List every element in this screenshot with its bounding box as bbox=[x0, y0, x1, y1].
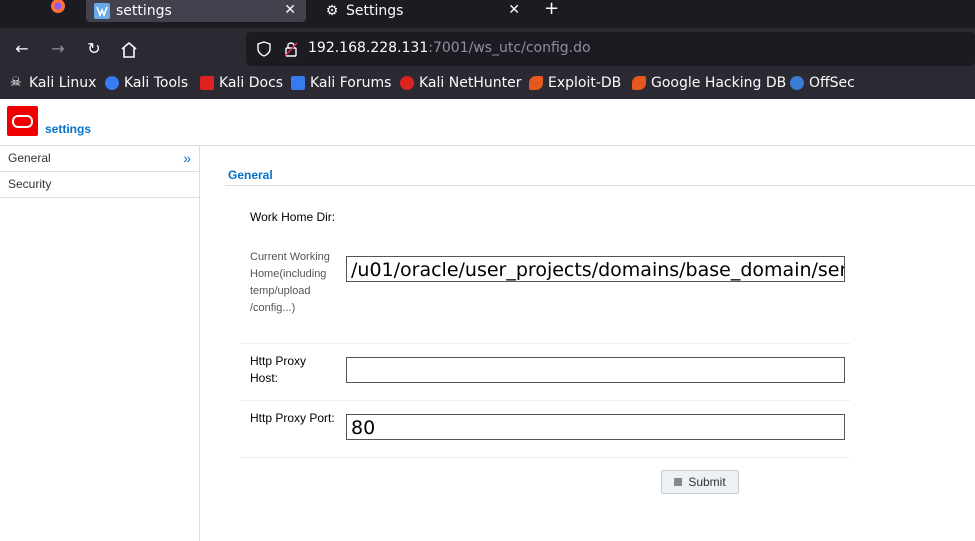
sidebar-item-general[interactable]: General » bbox=[0, 146, 199, 172]
browser-tab-bar: settings ✕ ⚙ Settings ✕ + bbox=[0, 0, 975, 28]
firefox-icon[interactable] bbox=[48, 0, 68, 16]
app-title: settings bbox=[45, 122, 92, 136]
main-content: General Work Home Dir: Current Working H… bbox=[201, 146, 975, 541]
proxy-port-row: Http Proxy Port: 80 bbox=[240, 401, 850, 458]
offsec-icon bbox=[790, 76, 804, 90]
url-path: :7001/ws_utc/config.do bbox=[428, 40, 591, 56]
bookmarks-bar: ☠ Kali Linux Kali Tools Kali Docs Kali F… bbox=[0, 70, 975, 99]
bookmark-kali-linux[interactable]: ☠ Kali Linux bbox=[10, 75, 96, 91]
bookmark-label: Kali Forums bbox=[310, 75, 392, 91]
nethunter-icon bbox=[400, 76, 414, 90]
forward-icon[interactable]: → bbox=[48, 39, 68, 59]
submit-label: Submit bbox=[688, 475, 726, 489]
web-page: settings General » Security General Work… bbox=[0, 99, 975, 541]
bookmark-offsec[interactable]: OffSec bbox=[790, 75, 855, 91]
sidebar-item-label: General bbox=[8, 151, 51, 165]
bookmark-google-hacking-db[interactable]: Google Hacking DB bbox=[632, 75, 786, 91]
url-text[interactable]: 192.168.228.131:7001/ws_utc/config.do bbox=[308, 40, 591, 56]
tab-label: Settings bbox=[346, 3, 404, 19]
tab-label: settings bbox=[116, 3, 172, 19]
bookmark-label: Kali Docs bbox=[219, 75, 284, 91]
kali-tools-icon bbox=[105, 76, 119, 90]
proxy-port-label: Http Proxy Port: bbox=[250, 411, 335, 425]
bookmark-label: Google Hacking DB bbox=[651, 75, 787, 91]
proxy-host-label: Http Proxy Host: bbox=[250, 354, 307, 385]
shield-icon[interactable] bbox=[256, 41, 272, 57]
ghdb-icon bbox=[632, 76, 646, 90]
back-icon[interactable]: ← bbox=[12, 39, 32, 59]
gear-icon: ⚙ bbox=[325, 3, 339, 19]
sidebar-item-label: Security bbox=[8, 177, 52, 191]
save-icon bbox=[674, 478, 683, 486]
tab-settings-active[interactable]: settings ✕ bbox=[86, 0, 306, 22]
new-tab-icon[interactable]: + bbox=[544, 0, 559, 19]
bookmark-label: Kali Tools bbox=[124, 75, 189, 91]
bookmark-kali-nethunter[interactable]: Kali NetHunter bbox=[400, 75, 521, 91]
weblogic-favicon-icon bbox=[94, 3, 110, 19]
bookmark-label: OffSec bbox=[809, 75, 855, 91]
double-chevron-right-icon[interactable]: » bbox=[183, 146, 191, 171]
close-tab-icon[interactable]: ✕ bbox=[284, 2, 296, 18]
reload-icon[interactable]: ↻ bbox=[84, 39, 104, 59]
work-home-hint: Current Working Home(including temp/uplo… bbox=[250, 251, 330, 314]
bookmark-kali-docs[interactable]: Kali Docs bbox=[200, 75, 283, 91]
close-tab-icon[interactable]: ✕ bbox=[508, 2, 520, 18]
bookmark-kali-tools[interactable]: Kali Tools bbox=[105, 75, 188, 91]
sidebar-item-security[interactable]: Security bbox=[0, 172, 199, 198]
oracle-logo-icon bbox=[7, 106, 38, 136]
bookmark-exploit-db[interactable]: Exploit-DB bbox=[529, 75, 621, 91]
tab-settings-inactive[interactable]: ⚙ Settings ✕ bbox=[316, 0, 530, 22]
kali-docs-icon bbox=[200, 76, 214, 90]
proxy-port-input[interactable]: 80 bbox=[346, 414, 845, 440]
bookmark-label: Exploit-DB bbox=[548, 75, 622, 91]
insecure-lock-icon[interactable] bbox=[284, 41, 298, 57]
work-home-row: Work Home Dir: Current Working Home(incl… bbox=[240, 201, 850, 344]
exploit-db-icon bbox=[529, 76, 543, 90]
kali-forums-icon bbox=[291, 76, 305, 90]
address-bar[interactable]: 192.168.228.131:7001/ws_utc/config.do bbox=[246, 32, 975, 66]
work-home-input[interactable]: /u01/oracle/user_projects/domains/base_d… bbox=[346, 256, 845, 282]
work-home-label: Work Home Dir: bbox=[250, 210, 336, 224]
bookmark-label: Kali Linux bbox=[29, 75, 97, 91]
browser-nav-bar: ← → ↻ 192.168.228.131:7001/ws_utc/config… bbox=[0, 28, 975, 70]
section-divider bbox=[225, 185, 975, 186]
app-header: settings bbox=[0, 99, 975, 146]
kali-dragon-icon: ☠ bbox=[10, 75, 22, 90]
home-icon[interactable] bbox=[119, 40, 139, 60]
proxy-host-input[interactable] bbox=[346, 357, 845, 383]
url-host: 192.168.228.131 bbox=[308, 40, 429, 56]
sidebar: General » Security bbox=[0, 146, 200, 541]
bookmark-kali-forums[interactable]: Kali Forums bbox=[291, 75, 391, 91]
submit-button[interactable]: Submit bbox=[661, 470, 739, 494]
section-title: General bbox=[228, 168, 273, 182]
proxy-host-row: Http Proxy Host: bbox=[240, 344, 850, 401]
bookmark-label: Kali NetHunter bbox=[419, 75, 522, 91]
